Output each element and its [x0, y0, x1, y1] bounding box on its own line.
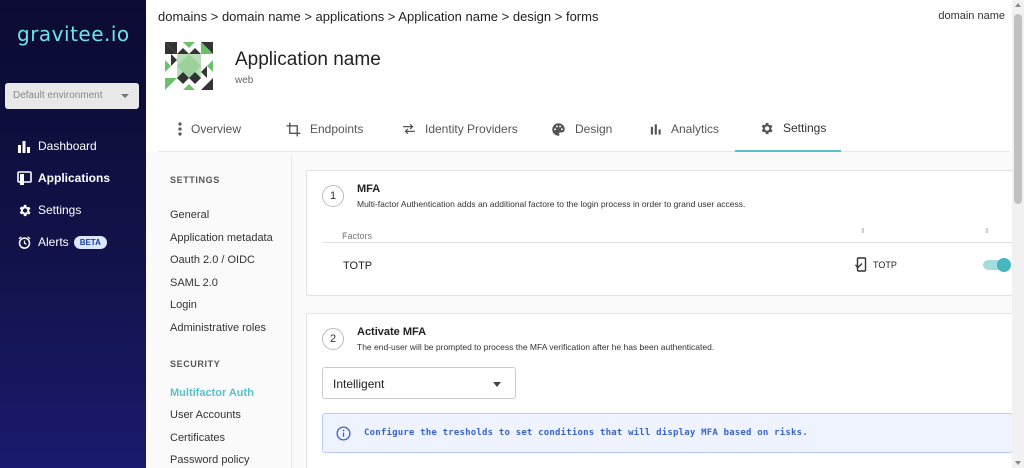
- sidebar: gravitee.io Default environment Dashboar…: [0, 0, 146, 468]
- info-icon: [336, 426, 351, 446]
- toggle-thumb: [997, 258, 1011, 272]
- applications-icon: [16, 170, 32, 186]
- sidebar-item-alerts[interactable]: Alerts BETA: [0, 226, 146, 258]
- scroll-up-icon[interactable]: [1015, 3, 1021, 7]
- menu-item-certificates[interactable]: Certificates: [170, 432, 225, 444]
- application-avatar: [165, 42, 213, 90]
- tab-overview[interactable]: Overview: [178, 106, 241, 152]
- crop-icon: [286, 122, 301, 137]
- sort-icon[interactable]: ⇕: [984, 227, 990, 235]
- settings-heading: SETTINGS: [170, 175, 220, 185]
- sort-icon[interactable]: ⇕: [860, 227, 866, 235]
- factor-type: TOTP: [855, 257, 897, 272]
- tab-design[interactable]: Design: [551, 106, 612, 152]
- sidebar-item-label: Settings: [38, 203, 82, 217]
- chevron-down-icon: [121, 94, 129, 98]
- gear-icon: [16, 202, 32, 218]
- page-scrollbar[interactable]: [1012, 0, 1024, 468]
- environment-select[interactable]: Default environment: [5, 83, 139, 109]
- more-vertical-icon: [178, 122, 182, 136]
- sidebar-item-dashboard[interactable]: Dashboard: [0, 130, 146, 162]
- menu-item-application-metadata[interactable]: Application metadata: [170, 232, 273, 244]
- environment-select-value: Default environment: [13, 90, 103, 101]
- sidebar-item-label: Alerts: [38, 235, 69, 249]
- card-title: Activate MFA: [357, 326, 427, 338]
- beta-badge: BETA: [73, 235, 107, 249]
- factor-enabled-toggle[interactable]: [983, 258, 1011, 272]
- tab-bar: Overview Endpoints Identity Providers De…: [158, 106, 1010, 152]
- tab-label: Identity Providers: [425, 122, 518, 136]
- mobile-check-icon: [855, 257, 867, 272]
- scrollbar-thumb[interactable]: [1014, 14, 1022, 204]
- tab-label: Settings: [783, 121, 827, 135]
- application-type: web: [235, 75, 254, 86]
- gear-icon: [759, 121, 774, 136]
- scroll-down-icon[interactable]: [1015, 461, 1021, 465]
- menu-item-administrative-roles[interactable]: Administrative roles: [170, 322, 266, 334]
- alarm-clock-icon: [16, 234, 32, 250]
- tab-label: Design: [575, 122, 613, 136]
- factor-type-label: TOTP: [873, 259, 897, 270]
- tab-settings[interactable]: Settings: [735, 106, 841, 152]
- security-heading: SECURITY: [170, 359, 221, 369]
- bar-chart-icon: [650, 123, 662, 135]
- mfa-mode-value: Intelligent: [333, 377, 385, 391]
- settings-menu: SETTINGS General Application metadata Oa…: [158, 155, 292, 468]
- sidebar-item-label: Dashboard: [38, 139, 97, 153]
- menu-item-general[interactable]: General: [170, 209, 209, 221]
- tab-label: Overview: [191, 122, 242, 136]
- step-number: 2: [322, 328, 344, 350]
- chevron-down-icon: [493, 382, 501, 387]
- tab-endpoints[interactable]: Endpoints: [286, 106, 363, 152]
- step-number: 1: [322, 185, 344, 207]
- menu-item-saml[interactable]: SAML 2.0: [170, 277, 218, 289]
- menu-item-oauth[interactable]: Oauth 2.0 / OIDC: [170, 254, 255, 266]
- menu-item-multifactor-auth[interactable]: Multifactor Auth: [170, 387, 254, 399]
- gravitee-logo[interactable]: gravitee.io: [17, 22, 130, 46]
- bar-chart-icon: [16, 138, 32, 154]
- info-banner: Configure the tresholds to set condition…: [322, 413, 1013, 453]
- sidebar-item-applications[interactable]: Applications: [0, 162, 146, 194]
- menu-item-user-accounts[interactable]: User Accounts: [170, 409, 241, 421]
- swap-icon: [402, 123, 416, 135]
- menu-item-login[interactable]: Login: [170, 299, 197, 311]
- sidebar-item-label: Applications: [38, 171, 111, 185]
- factor-name: TOTP: [343, 260, 373, 272]
- card-description: The end-user will be prompted to process…: [357, 342, 715, 352]
- page-title: Application name: [235, 49, 381, 70]
- activate-mfa-card: 2 Activate MFA The end-user will be prom…: [306, 313, 1013, 468]
- sidebar-item-settings[interactable]: Settings: [0, 194, 146, 226]
- menu-item-password-policy[interactable]: Password policy: [170, 454, 249, 466]
- breadcrumb[interactable]: domains > domain name > applications > A…: [158, 9, 598, 24]
- info-text: Configure the tresholds to set condition…: [364, 428, 808, 438]
- tab-label: Analytics: [671, 122, 720, 136]
- tab-label: Endpoints: [310, 122, 364, 136]
- card-title: MFA: [357, 183, 381, 195]
- mfa-card: 1 MFA Multi-factor Authentication adds a…: [306, 170, 1012, 296]
- palette-icon: [551, 122, 566, 137]
- domain-name-label[interactable]: domain name: [938, 10, 1005, 22]
- sidebar-nav: Dashboard Applications Settings Alerts B…: [0, 130, 146, 258]
- tab-analytics[interactable]: Analytics: [650, 106, 719, 152]
- tab-identity-providers[interactable]: Identity Providers: [402, 106, 518, 152]
- mfa-mode-select[interactable]: Intelligent: [322, 367, 516, 399]
- factors-table-header: Factors ⇕ ⇕ ⇕: [322, 223, 1012, 243]
- card-description: Multi-factor Authentication adds an addi…: [357, 199, 746, 209]
- sort-icon: ⇕: [342, 232, 348, 239]
